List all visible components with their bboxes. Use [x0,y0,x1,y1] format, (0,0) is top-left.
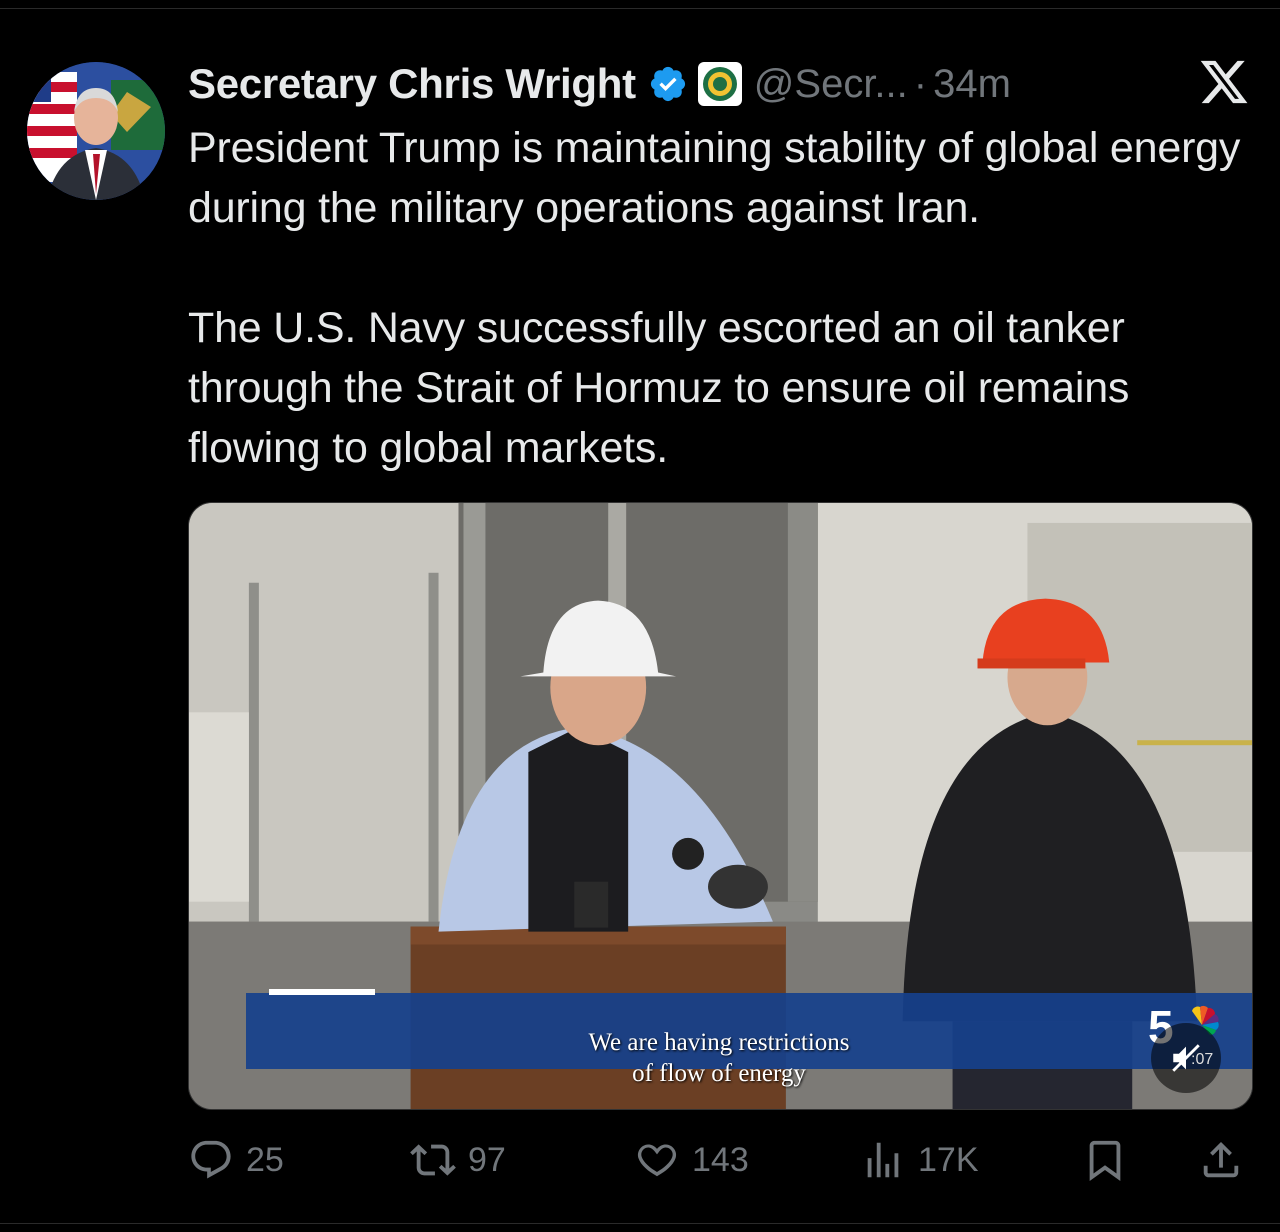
action-bar: 25 97 143 17K [188,1130,1248,1190]
author-avatar[interactable] [27,62,165,200]
x-logo-icon[interactable] [1198,56,1250,108]
heart-icon [637,1144,677,1177]
video-player[interactable]: We are having restrictions of flow of en… [188,502,1253,1110]
reply-button[interactable]: 25 [188,1130,284,1190]
like-count: 143 [692,1140,749,1179]
reply-count: 25 [246,1140,284,1179]
bookmark-button[interactable] [1082,1130,1128,1190]
header-separator: · [913,61,928,106]
reply-icon [191,1140,231,1179]
repost-count: 97 [468,1140,506,1179]
video-duration: :07 [1191,1051,1214,1068]
share-button[interactable] [1198,1130,1244,1190]
views-button[interactable]: 17K [860,1130,979,1190]
repost-icon [410,1144,456,1176]
like-button[interactable]: 143 [634,1130,749,1190]
tweet-header: Secretary Chris Wright @Secr... · 34m [188,58,1011,110]
verified-badge-icon [650,66,685,102]
tweet-paragraph-1: President Trump is maintaining stability… [188,124,1241,232]
views-icon [867,1142,899,1178]
share-icon [1203,1141,1239,1178]
bookmark-icon [1089,1140,1121,1181]
caption-line-2: of flow of energy [632,1060,806,1087]
caption-line-1: We are having restrictions [588,1029,850,1056]
tweet-text: President Trump is maintaining stability… [188,118,1248,478]
author-handle[interactable]: @Secr... [754,62,908,107]
views-count: 17K [918,1140,979,1179]
tweet-paragraph-2: The U.S. Navy successfully escorted an o… [188,304,1130,472]
tweet-timestamp[interactable]: 34m [933,62,1011,107]
author-name[interactable]: Secretary Chris Wright [188,60,636,108]
repost-button[interactable]: 97 [410,1130,506,1190]
doe-seal-icon [697,62,742,106]
video-caption: We are having restrictions of flow of en… [519,1027,919,1089]
video-progress-bar[interactable] [269,989,375,995]
